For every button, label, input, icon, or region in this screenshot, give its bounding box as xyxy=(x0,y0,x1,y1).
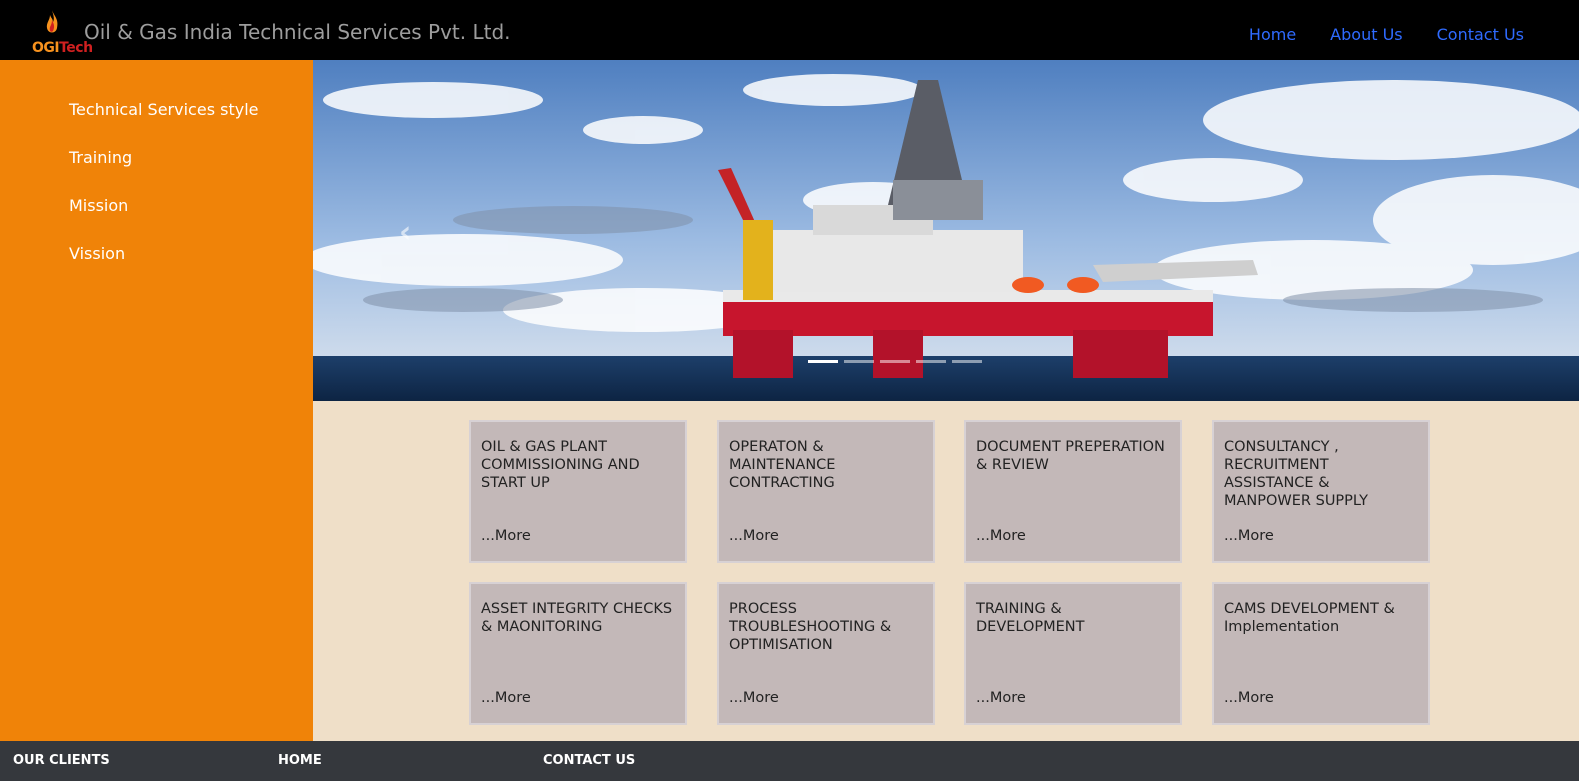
sidebar: Technical Services style Training Missio… xyxy=(0,60,313,741)
carousel-indicator[interactable] xyxy=(880,360,910,363)
service-card[interactable]: CONSULTANCY , RECRUITMENT ASSISTANCE & M… xyxy=(1212,420,1430,563)
service-card[interactable]: DOCUMENT PREPERATION & REVIEW ...More xyxy=(964,420,1182,563)
nav-contact-us[interactable]: Contact Us xyxy=(1437,25,1524,44)
chevron-left-icon[interactable]: ‹ xyxy=(399,215,411,250)
more-link[interactable]: ...More xyxy=(1224,528,1274,544)
nav-about-us[interactable]: About Us xyxy=(1330,25,1402,44)
sidebar-item-training[interactable]: Training xyxy=(0,148,313,196)
carousel-indicators xyxy=(808,360,982,363)
site-title[interactable]: Oil & Gas India Technical Services Pvt. … xyxy=(84,20,511,44)
service-card[interactable]: OIL & GAS PLANT COMMISSIONING AND START … xyxy=(469,420,687,563)
services-grid: OIL & GAS PLANT COMMISSIONING AND START … xyxy=(313,401,1579,741)
service-card-title: TRAINING & DEVELOPMENT xyxy=(976,601,1085,635)
service-card-title: PROCESS TROUBLESHOOTING & OPTIMISATION xyxy=(729,601,892,653)
service-card[interactable]: OPERATON & MAINTENANCE CONTRACTING ...Mo… xyxy=(717,420,935,563)
carousel-indicator[interactable] xyxy=(808,360,838,363)
carousel-indicator[interactable] xyxy=(952,360,982,363)
more-link[interactable]: ...More xyxy=(976,528,1026,544)
service-card-title: ASSET INTEGRITY CHECKS & MAONITORING xyxy=(481,601,673,635)
sidebar-item-technical-services[interactable]: Technical Services style xyxy=(0,100,313,148)
sidebar-item-mission[interactable]: Mission xyxy=(0,196,313,244)
top-navbar: OGITech Oil & Gas India Technical Servic… xyxy=(0,0,1579,60)
service-card[interactable]: CAMS DEVELOPMENT & Implementation ...Mor… xyxy=(1212,582,1430,725)
more-link[interactable]: ...More xyxy=(976,690,1026,706)
footer-link-home[interactable]: HOME xyxy=(278,753,322,768)
service-card[interactable]: TRAINING & DEVELOPMENT ...More xyxy=(964,582,1182,725)
more-link[interactable]: ...More xyxy=(481,690,531,706)
service-card[interactable]: PROCESS TROUBLESHOOTING & OPTIMISATION .… xyxy=(717,582,935,725)
service-card-title: OIL & GAS PLANT COMMISSIONING AND START … xyxy=(481,439,640,491)
more-link[interactable]: ...More xyxy=(729,690,779,706)
service-card-title: CONSULTANCY , RECRUITMENT ASSISTANCE & M… xyxy=(1224,439,1368,509)
footer: OUR CLIENTS HOME CONTACT US xyxy=(0,741,1579,781)
logo-ogi: OGI xyxy=(32,40,60,56)
footer-link-our-clients[interactable]: OUR CLIENTS xyxy=(13,753,110,768)
service-card-title: OPERATON & MAINTENANCE CONTRACTING xyxy=(729,439,836,491)
more-link[interactable]: ...More xyxy=(481,528,531,544)
sidebar-item-vission[interactable]: Vission xyxy=(0,244,313,292)
nav-home[interactable]: Home xyxy=(1249,25,1296,44)
flame-icon xyxy=(46,10,58,33)
service-card-title: DOCUMENT PREPERATION & REVIEW xyxy=(976,439,1165,473)
service-card[interactable]: ASSET INTEGRITY CHECKS & MAONITORING ...… xyxy=(469,582,687,725)
more-link[interactable]: ...More xyxy=(1224,690,1274,706)
main-nav: Home About Us Contact Us xyxy=(1249,25,1524,44)
footer-link-contact-us[interactable]: CONTACT US xyxy=(543,753,635,768)
service-card-title: CAMS DEVELOPMENT & Implementation xyxy=(1224,601,1395,635)
carousel-indicator[interactable] xyxy=(844,360,874,363)
carousel-indicator[interactable] xyxy=(916,360,946,363)
more-link[interactable]: ...More xyxy=(729,528,779,544)
carousel-slide-image xyxy=(313,60,1579,401)
hero-carousel[interactable]: ‹ xyxy=(313,60,1579,401)
ogitech-logo[interactable]: OGITech xyxy=(30,10,93,58)
